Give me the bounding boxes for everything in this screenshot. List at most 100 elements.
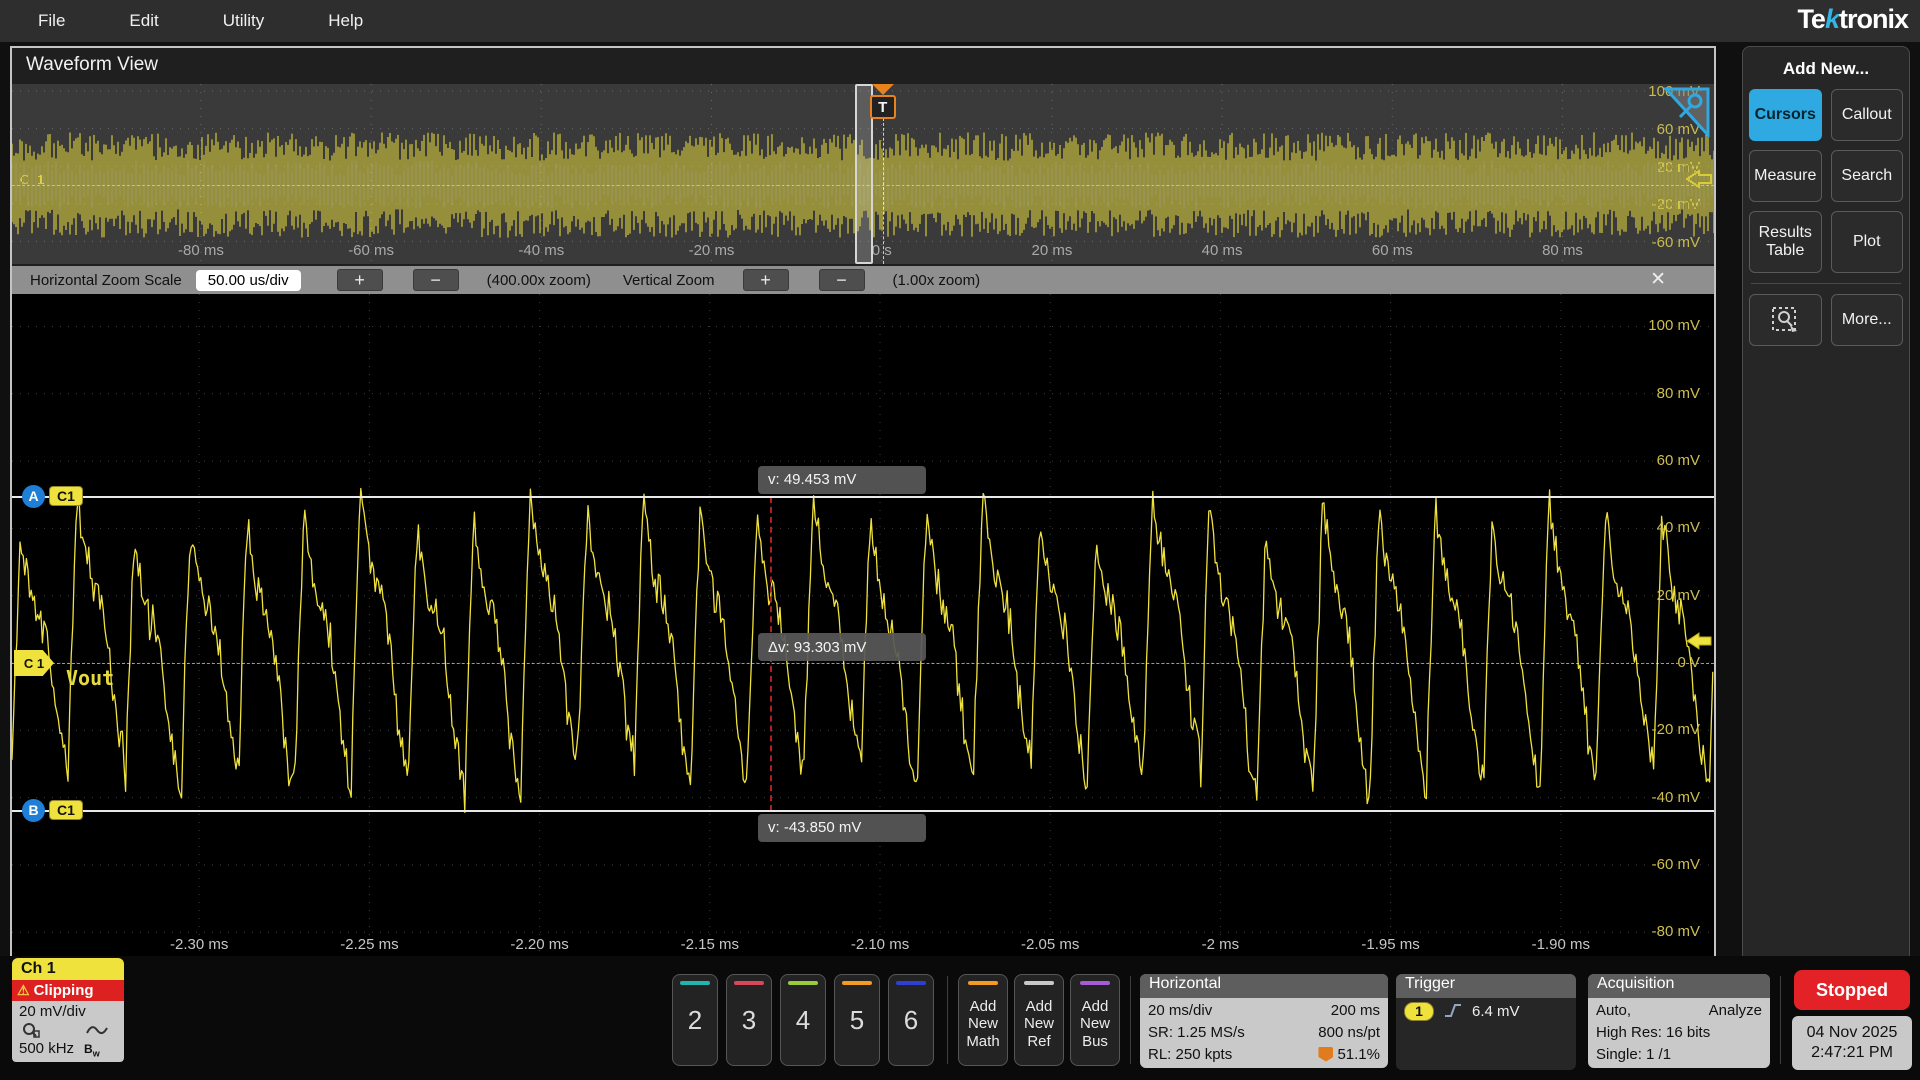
more-button[interactable]: More...: [1830, 294, 1903, 346]
plot-button[interactable]: Plot: [1830, 211, 1903, 273]
main-trigger-level-arrow-icon[interactable]: [1686, 631, 1712, 651]
trigger-position-marker[interactable]: T: [869, 95, 896, 119]
overview-time-tick: 0 s: [871, 242, 892, 259]
menu-edit[interactable]: Edit: [129, 11, 158, 31]
main-time-tick: -2 ms: [1201, 936, 1240, 953]
main-time-tick: -2.10 ms: [850, 936, 910, 953]
overview-trigger-position-line: [882, 118, 884, 264]
menu-utility[interactable]: Utility: [223, 11, 265, 31]
h-sample-rate: SR: 1.25 MS/s: [1148, 1023, 1245, 1041]
v-zoom-plus-button[interactable]: +: [742, 269, 789, 291]
results-table-button[interactable]: Results Table: [1749, 211, 1822, 273]
main-time-tick: -1.95 ms: [1361, 936, 1420, 953]
zoom-toolbar: Horizontal Zoom Scale 50.00 us/div + − (…: [12, 266, 1714, 294]
h-trigger-position: 51.1%: [1337, 1045, 1380, 1063]
channel1-scale: 20 mV/div: [19, 1003, 86, 1020]
search-button[interactable]: Search: [1830, 150, 1903, 202]
h-zoom-plus-button[interactable]: +: [336, 269, 383, 291]
zoom-overview-icon[interactable]: [1664, 87, 1710, 137]
v-zoom-minus-button[interactable]: −: [818, 269, 865, 291]
datetime-display: 04 Nov 2025 2:47:21 PM: [1792, 1016, 1912, 1070]
time-value: 2:47:21 PM: [1811, 1044, 1893, 1061]
overview-time-tick: 60 ms: [1371, 242, 1413, 259]
main-volt-tick: -80 mV: [1651, 923, 1700, 940]
overview-trigger-level-arrow-icon[interactable]: [1686, 169, 1712, 189]
h-zoom-minus-button[interactable]: −: [412, 269, 459, 291]
add-new-bus-button[interactable]: Add New Bus: [1070, 974, 1120, 1066]
callout-button[interactable]: Callout: [1830, 89, 1903, 141]
h-window: 200 ms: [1330, 1001, 1380, 1019]
vout-signal-label[interactable]: Vout: [66, 666, 114, 690]
acq-analyze: Analyze: [1708, 1001, 1762, 1019]
cursor-a-channel-chip: C1: [49, 486, 83, 507]
channel2-button[interactable]: 2: [672, 974, 718, 1066]
sidebar-divider: [1751, 283, 1901, 284]
overview-volt-tick: -20 mV: [1651, 196, 1700, 213]
overview-time-tick: 40 ms: [1201, 242, 1243, 259]
channel3-button[interactable]: 3: [726, 974, 772, 1066]
tektronix-logo: Tektronix: [1797, 4, 1909, 34]
measure-button[interactable]: Measure: [1749, 150, 1822, 202]
menu-help[interactable]: Help: [328, 11, 363, 31]
sine-coupling-icon: [86, 1026, 108, 1034]
probe-icon: [23, 1023, 40, 1038]
trigger-panel-title: Trigger: [1396, 974, 1576, 998]
separator: [947, 976, 948, 1064]
trigger-position-triangle-icon: [871, 84, 894, 95]
clipping-label: Clipping: [33, 982, 94, 999]
cursors-button[interactable]: Cursors: [1749, 89, 1822, 141]
main-time-tick: -2.15 ms: [680, 936, 739, 953]
channel1-badge[interactable]: Ch 1 ⚠ Clipping 20 mV/div 500 kHz Bw: [12, 958, 124, 1063]
channel6-button[interactable]: 6: [888, 974, 934, 1066]
trigger-level-value: 6.4 mV: [1472, 1002, 1520, 1020]
channel1-bandwidth: 500 kHz: [19, 1040, 75, 1057]
zero-volt-line: [12, 663, 1714, 664]
waveform-view-title: Waveform View: [26, 54, 158, 75]
main-volt-tick: -40 mV: [1651, 789, 1700, 806]
channel5-button[interactable]: 5: [834, 974, 880, 1066]
zoom-close-icon[interactable]: ✕: [1650, 268, 1666, 291]
cursor-b-readout: v: -43.850 mV: [758, 813, 926, 842]
main-volt-tick: 60 mV: [1656, 452, 1700, 469]
main-volt-tick: 80 mV: [1656, 385, 1700, 402]
zoom-select-button[interactable]: [1749, 294, 1822, 346]
horizontal-zoom-scale-input[interactable]: 50.00 us/div: [195, 269, 301, 291]
menu-file[interactable]: File: [38, 11, 65, 31]
cursor-a-letter: A: [22, 484, 45, 508]
acq-single: Single: 1 /1: [1596, 1045, 1672, 1063]
cursor-b-line[interactable]: [12, 809, 1714, 812]
overview-chart: C 1 -80 ms -60 ms -40 ms -20 ms 0 s 20 m…: [12, 84, 1714, 264]
sidebar-title: Add New...: [1782, 59, 1870, 78]
add-new-math-button[interactable]: Add New Math: [958, 974, 1008, 1066]
cursor-b-channel-chip: C1: [49, 800, 83, 821]
main-volt-tick: 0 V: [1677, 654, 1700, 671]
acquisition-panel-title: Acquisition: [1588, 974, 1770, 998]
cursor-a-badge[interactable]: A C1: [22, 484, 83, 508]
warning-icon: ⚠: [17, 982, 30, 998]
overview-time-tick: 80 ms: [1542, 242, 1583, 259]
add-new-ref-button[interactable]: Add New Ref: [1014, 974, 1064, 1066]
channel4-button[interactable]: 4: [780, 974, 826, 1066]
cursor-a-line[interactable]: [12, 495, 1714, 498]
overview-time-tick: -40 ms: [518, 242, 565, 259]
main-time-tick: -2.30 ms: [170, 936, 229, 953]
acq-resolution: High Res: 16 bits: [1596, 1023, 1711, 1041]
main-volt-tick: 100 mV: [1648, 317, 1700, 334]
h-zoom-factor: (400.00x zoom): [486, 271, 591, 289]
horizontal-zoom-scale-label: Horizontal Zoom Scale: [30, 271, 182, 289]
bandwidth-limit-icon: Bw: [84, 1042, 100, 1059]
main-volt-tick: 20 mV: [1656, 587, 1700, 604]
waveform-view-panel: Waveform View C 1 -80 ms -60 ms -40 ms -…: [10, 46, 1716, 967]
trigger-panel[interactable]: Trigger 1 6.4 mV: [1396, 974, 1576, 1070]
zoom-select-icon: [1772, 307, 1798, 332]
channel1-settings: 20 mV/div 500 kHz Bw: [12, 1001, 124, 1063]
horizontal-panel[interactable]: Horizontal 20 ms/div 200 ms SR: 1.25 MS/s…: [1140, 974, 1388, 1068]
vertical-zoom-label: Vertical Zoom: [622, 271, 715, 289]
overview-channel-label: C 1: [20, 172, 47, 187]
acquisition-panel[interactable]: Acquisition Auto, Analyze High Res: 16 bi…: [1588, 974, 1770, 1068]
cursor-b-badge[interactable]: B C1: [22, 798, 83, 822]
date-value: 04 Nov 2025: [1806, 1024, 1898, 1041]
main-volt-tick: -20 mV: [1651, 721, 1700, 738]
run-stop-status-button[interactable]: Stopped: [1794, 970, 1910, 1010]
cursor-a-readout: v: 49.453 mV: [758, 465, 926, 494]
